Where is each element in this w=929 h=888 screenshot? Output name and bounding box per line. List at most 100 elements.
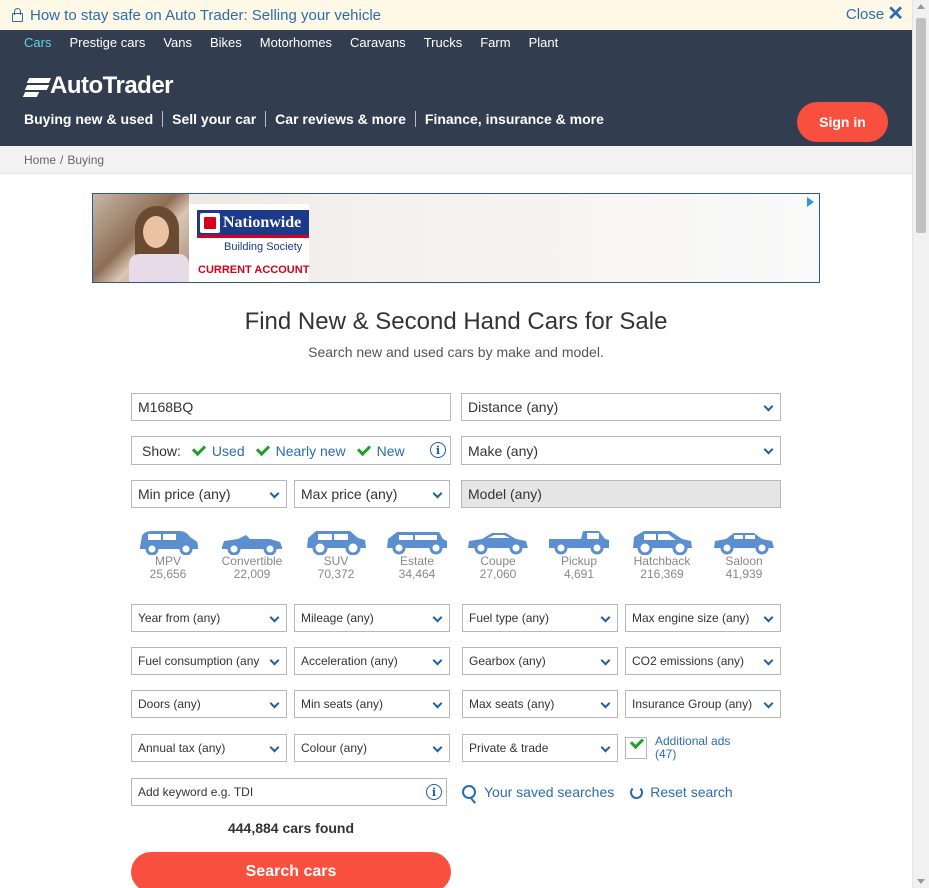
co2-value: CO2 emissions (any) xyxy=(632,654,745,668)
tab-vans[interactable]: Vans xyxy=(163,35,192,50)
nationwide-emblem-icon xyxy=(200,212,220,233)
co2-emissions-select[interactable]: CO2 emissions (any) xyxy=(625,647,781,675)
advert-banner[interactable]: Nationwide Building Society CURRENT ACCO… xyxy=(92,193,820,283)
chevron-down-icon xyxy=(600,698,611,709)
chevron-down-icon xyxy=(763,655,774,666)
additional-ads-checkbox[interactable]: Additional ads (47) xyxy=(625,735,730,761)
autotrader-logo[interactable]: AutoTrader xyxy=(22,72,174,100)
vertical-scrollbar[interactable] xyxy=(912,0,929,888)
model-value: Model (any) xyxy=(468,486,542,502)
body-type-suv[interactable]: SUV 70,372 xyxy=(296,527,376,581)
page-viewport: How to stay safe on Auto Trader: Selling… xyxy=(0,0,912,888)
show-nearly-new-checkbox[interactable]: Nearly new xyxy=(255,441,346,459)
body-type-coupe[interactable]: Coupe 27,060 xyxy=(458,527,538,581)
nav-finance[interactable]: Finance, insurance & more xyxy=(425,111,604,127)
vehicle-type-tabs: Cars Prestige cars Vans Bikes Motorhomes… xyxy=(24,35,576,50)
nationwide-logo: Nationwide xyxy=(197,210,309,238)
saved-searches-link[interactable]: Your saved searches xyxy=(484,784,614,800)
coupe-icon xyxy=(468,533,528,555)
chevron-down-icon xyxy=(763,612,774,623)
body-type-count: 216,369 xyxy=(640,567,684,581)
distance-value: Distance (any) xyxy=(468,399,559,415)
tab-bikes[interactable]: Bikes xyxy=(210,35,242,50)
annual-tax-select[interactable]: Annual tax (any) xyxy=(131,734,287,762)
show-used-checkbox[interactable]: Used xyxy=(191,441,245,459)
site-header: Cars Prestige cars Vans Bikes Motorhomes… xyxy=(0,30,912,146)
reset-search-link[interactable]: Reset search xyxy=(650,784,732,800)
show-new-checkbox[interactable]: New xyxy=(356,441,405,459)
chevron-down-icon xyxy=(432,655,443,666)
tab-plant[interactable]: Plant xyxy=(529,35,559,50)
logo-text: AutoTrader xyxy=(50,72,174,99)
make-select[interactable]: Make (any) xyxy=(461,436,781,465)
body-type-estate[interactable]: Estate 34,464 xyxy=(377,527,457,581)
chevron-down-icon xyxy=(269,698,280,709)
max-engine-size-select[interactable]: Max engine size (any) xyxy=(625,604,781,632)
body-type-convertible[interactable]: Convertible 22,009 xyxy=(212,527,292,581)
advert-product: CURRENT ACCOUNT xyxy=(198,264,310,276)
body-type-saloon[interactable]: Saloon 41,939 xyxy=(704,527,784,581)
close-notice-button[interactable]: Close ✕ xyxy=(846,3,904,25)
breadcrumb-home[interactable]: Home xyxy=(24,153,56,167)
chevron-down-icon xyxy=(269,612,280,623)
advert-photo xyxy=(93,194,189,282)
gearbox-select[interactable]: Gearbox (any) xyxy=(462,647,618,675)
seller-type-select[interactable]: Private & trade xyxy=(462,734,618,762)
distance-select[interactable]: Distance (any) xyxy=(461,393,781,421)
body-type-mpv[interactable]: MPV 25,656 xyxy=(128,527,208,581)
body-type-pickup[interactable]: Pickup 4,691 xyxy=(539,527,619,581)
convertible-icon xyxy=(222,535,282,555)
colour-value: Colour (any) xyxy=(301,741,368,755)
colour-select[interactable]: Colour (any) xyxy=(294,734,450,762)
search-cars-button[interactable]: Search cars xyxy=(131,852,451,888)
chevron-down-icon xyxy=(432,612,443,623)
close-icon: ✕ xyxy=(887,3,904,25)
acceleration-select[interactable]: Acceleration (any) xyxy=(294,647,450,675)
advert-brand: Nationwide xyxy=(223,213,302,231)
scrollbar-thumb[interactable] xyxy=(916,18,926,233)
info-icon[interactable]: i xyxy=(426,784,442,800)
safety-notice-bar: How to stay safe on Auto Trader: Selling… xyxy=(0,0,912,30)
max-seats-select[interactable]: Max seats (any) xyxy=(462,690,618,718)
mileage-select[interactable]: Mileage (any) xyxy=(294,604,450,632)
fuel-type-select[interactable]: Fuel type (any) xyxy=(462,604,618,632)
scroll-down-icon[interactable] xyxy=(917,879,925,884)
body-type-count: 27,060 xyxy=(479,567,517,581)
nav-sell[interactable]: Sell your car xyxy=(172,111,256,127)
page-title: Find New & Second Hand Cars for Sale xyxy=(244,308,668,335)
lock-icon xyxy=(10,8,24,22)
tab-cars[interactable]: Cars xyxy=(24,35,51,50)
scroll-up-icon[interactable] xyxy=(917,4,925,9)
advert-subbrand: Building Society xyxy=(224,241,303,253)
body-type-count: 41,939 xyxy=(725,567,763,581)
tab-prestige-cars[interactable]: Prestige cars xyxy=(69,35,145,50)
body-type-hatchback[interactable]: Hatchback 216,369 xyxy=(622,527,702,581)
sign-in-button[interactable]: Sign in xyxy=(797,102,888,142)
fuel-consumption-select[interactable]: Fuel consumption (any xyxy=(131,647,287,675)
safety-notice-link[interactable]: How to stay safe on Auto Trader: Selling… xyxy=(30,7,381,24)
year-from-select[interactable]: Year from (any) xyxy=(131,604,287,632)
min-seats-select[interactable]: Min seats (any) xyxy=(294,690,450,718)
keyword-placeholder: Add keyword e.g. TDI xyxy=(138,785,254,799)
doors-select[interactable]: Doors (any) xyxy=(131,690,287,718)
max-price-select[interactable]: Max price (any) xyxy=(294,480,450,508)
nav-reviews[interactable]: Car reviews & more xyxy=(275,111,406,127)
tab-motorhomes[interactable]: Motorhomes xyxy=(260,35,332,50)
info-icon[interactable]: i xyxy=(430,442,446,458)
insurance-group-select[interactable]: Insurance Group (any) xyxy=(625,690,781,718)
min-price-select[interactable]: Min price (any) xyxy=(131,480,287,508)
body-type-count: 22,009 xyxy=(233,567,271,581)
nav-buying[interactable]: Buying new & used xyxy=(24,111,153,127)
chevron-down-icon xyxy=(600,655,611,666)
adchoices-icon[interactable] xyxy=(804,196,816,208)
estate-icon xyxy=(387,532,447,555)
tab-caravans[interactable]: Caravans xyxy=(350,35,406,50)
fuel-type-value: Fuel type (any) xyxy=(469,611,550,625)
checkbox-box[interactable] xyxy=(625,734,647,759)
seller-value: Private & trade xyxy=(469,741,549,755)
tab-farm[interactable]: Farm xyxy=(480,35,510,50)
postcode-input[interactable]: M168BQ xyxy=(131,393,451,421)
tab-trucks[interactable]: Trucks xyxy=(424,35,463,50)
keyword-input[interactable]: Add keyword e.g. TDI xyxy=(131,778,447,806)
page-subtitle: Search new and used cars by make and mod… xyxy=(308,344,604,360)
